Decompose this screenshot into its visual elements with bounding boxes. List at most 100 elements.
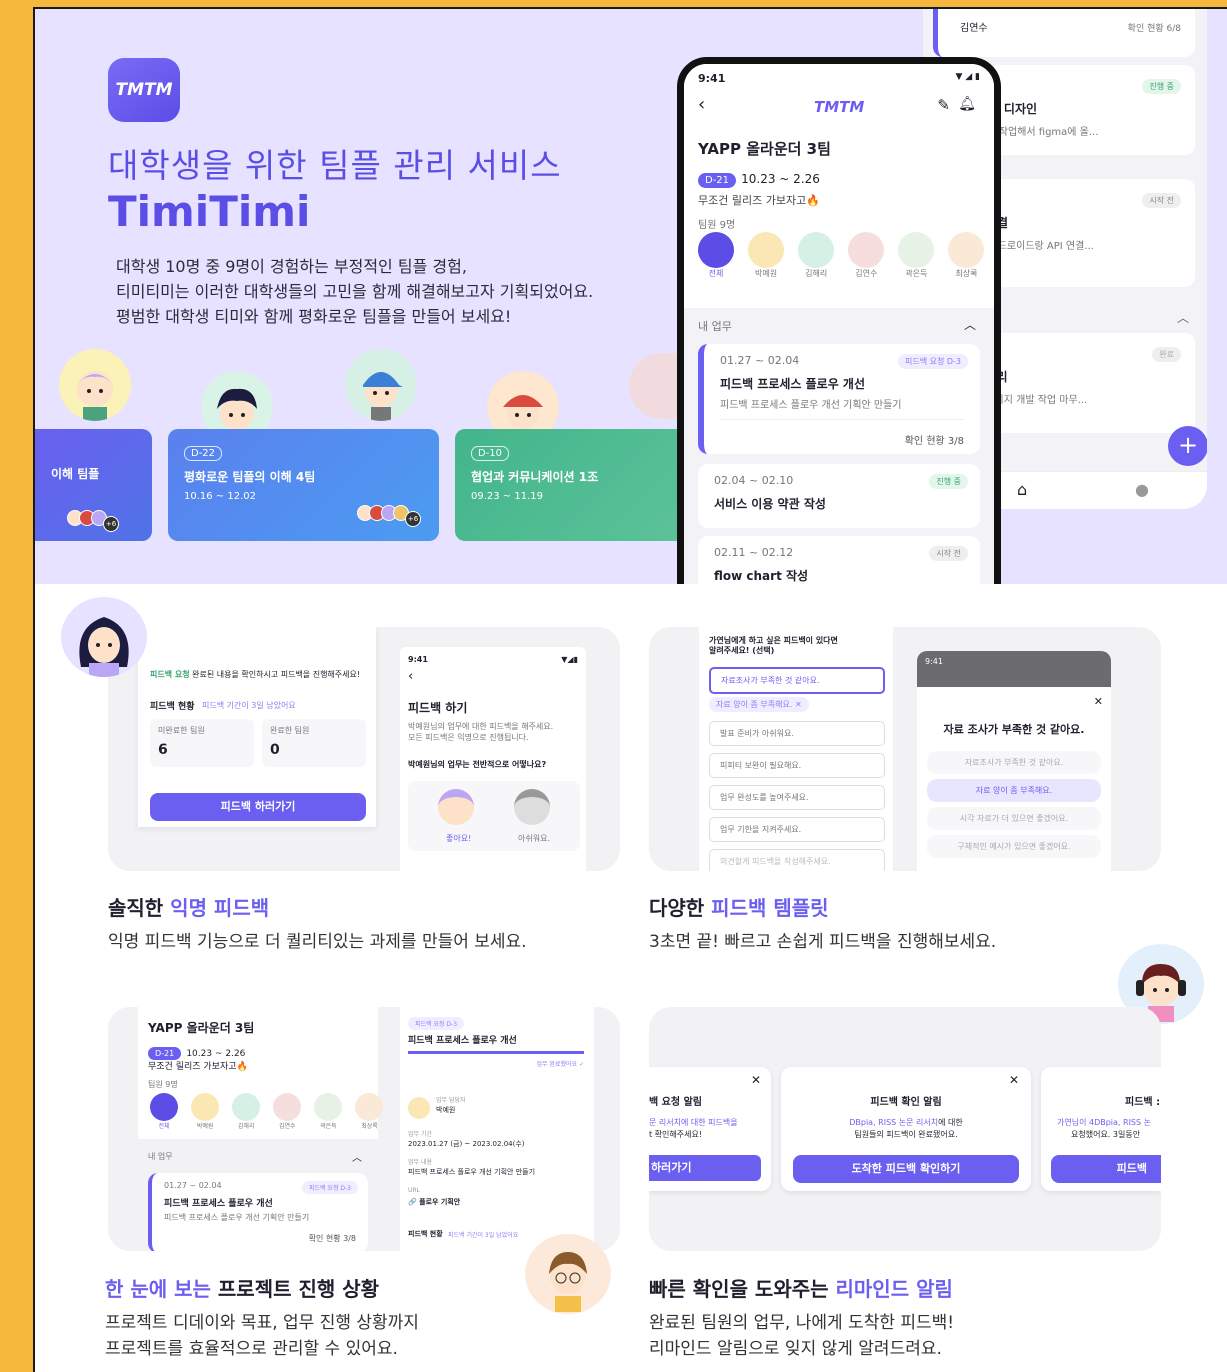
bell-icon[interactable]: 🔔︎ [958,96,976,112]
back-arrow-icon[interactable]: ‹ [408,669,413,684]
member-name: 박예원 [755,269,778,278]
project-title: YAPP 올라운더 3팀 [698,140,831,158]
task-status-pill: 피드백 요청 D-3 [897,354,968,369]
member-avatar[interactable]: 곽은득 [312,1093,344,1130]
status-time: 9:41 [698,72,726,85]
task-card[interactable]: 김연수 확인 현황 6/8 [933,9,1195,57]
chevron-up-icon[interactable]: ︿ [964,316,976,333]
member-avatar-all[interactable]: 전체 [148,1093,180,1130]
template-option[interactable]: 발표 준비가 아쉬워요. [709,721,885,746]
good-character-icon[interactable] [438,789,474,825]
dday-badge: D-10 [471,446,510,461]
feature-template-preview: 가연님에게 하고 싶은 피드백이 있다면 알려주세요! (선택) 자료조사가 부… [649,627,1161,871]
url-link[interactable]: 🔗 플로우 기획안 [408,1197,460,1207]
go-feedback-button[interactable]: 피드백 하러가기 [150,793,366,821]
status-icons: ▼◢▮ [561,655,578,664]
member-avatar-all[interactable]: 전체 [696,232,736,279]
hero-desc-line: 대학생 10명 중 9명이 경험하는 부정적인 팀플 경험, [116,257,467,276]
member-name: 김연수 [279,1123,296,1130]
team-card[interactable]: D-10 협업과 커뮤니케이션 1조 09.23 ~ 11.19 [455,429,685,541]
back-arrow-icon[interactable]: ‹ [698,94,705,115]
feedback-page-title: 피드백 하기 [408,701,468,715]
member-name: 정 [997,268,1001,279]
modal-option[interactable]: 구체적인 예시가 있으면 좋겠어요. [927,835,1101,858]
member-avatar[interactable]: 김해리 [796,232,836,279]
member-avatar[interactable]: 박예원 [189,1093,221,1130]
member-name: 곽은득 [320,1123,337,1130]
team-card-dates: 09.23 ~ 11.19 [471,491,543,502]
character-face-icon [549,1252,587,1312]
feature-1-title: 솔직한 익명 피드백 [108,892,269,921]
member-avatar[interactable]: 김해리 [230,1093,262,1130]
edit-icon[interactable]: ✎ [937,96,950,114]
feature-title-plain: 빠른 확인을 도와주는 [649,1277,836,1301]
member-name: 김연수 [855,269,878,278]
task-card[interactable]: 02.04 ~ 02.10 진행 중 서비스 이용 약관 작성 [698,464,980,528]
template-prompt: 알려주세요! (선택) [709,646,775,655]
task-status-pill: 시작 전 [929,546,968,561]
template-option[interactable]: 업무 완성도를 높여주세요. [709,785,885,810]
reminder-line: 요청했어요. 3일동안 [1071,1130,1141,1139]
reminder-action-button[interactable]: 피드백 [1051,1155,1161,1183]
template-option[interactable]: 의견할게 피드백을 작성해주세요. [709,849,885,871]
reminder-line: t 확인해주세요! [649,1130,703,1139]
task-status-pill: 피드백 요청 D-3 [301,1181,358,1194]
member-avatar[interactable]: 김연수 [846,232,886,279]
task-desc: 피드백 프로세스 플로우 개선 기획안 만들기 [720,396,964,420]
member-avatar[interactable]: 정 [997,232,1001,279]
chevron-up-icon[interactable]: ︿ [1177,309,1189,326]
member-avatar[interactable]: 최상록 [353,1093,385,1130]
status-time: 9:41 [408,655,428,664]
member-name: 최상록 [361,1123,378,1130]
template-option-selected[interactable]: 자료조사가 부족한 것 같아요. [709,667,885,694]
close-icon[interactable]: ✕ [1009,1073,1019,1087]
period-label: 업무 기간 [408,1131,432,1138]
feature-title-accent: 익명 피드백 [170,896,270,920]
close-icon[interactable]: ✕ [751,1073,761,1087]
team-card[interactable]: D-22 평화로운 팀플의 이해 4팀 10.16 ~ 12.02 +6 [168,429,439,541]
check-feedback-button[interactable]: 도착한 피드백 확인하기 [793,1155,1019,1183]
bad-character-icon[interactable] [514,789,550,825]
member-avatar[interactable]: 곽은득 [896,232,936,279]
project-period: D-21 10.23 ~ 2.26 [148,1041,245,1060]
feature-desc-line: 완료된 팀원의 업무, 나에게 도착한 피드백! [649,1313,955,1333]
template-option[interactable]: 업무 기한을 지켜주세요. [709,817,885,842]
feature-reminder-preview: ✕ 백 요청 알림 문 리서치에 대한 피드백을 t 확인해주세요! 하러가기 … [649,1007,1161,1251]
task-done-link[interactable]: 업무 완료했어요 ✓ [537,1059,584,1068]
good-label: 좋아요! [446,834,472,843]
character-face-icon [77,371,113,421]
member-avatar[interactable]: 최상록 [946,232,986,279]
owner-label: 업무 담당자 [436,1097,466,1104]
close-icon[interactable]: ✕ [1094,695,1103,708]
incomplete-value: 6 [158,742,168,758]
team-card[interactable]: 이해 팀플 +6 [35,429,152,541]
modal-option[interactable]: 시각 자료가 더 있으면 좋겠어요. [927,807,1101,830]
task-status-pill: 시작 전 [1142,193,1181,208]
add-task-button[interactable]: + [1168,426,1207,466]
task-status-pill: 피드백 요청 D-3 [408,1017,465,1030]
modal-option-selected[interactable]: 자료 양이 좀 부족해요. [927,779,1101,802]
member-row: 전체 박예원 김해리 김연수 곽은득 최상록 [148,1093,385,1132]
feature-4-desc: 완료된 팀원의 업무, 나에게 도착한 피드백! 리마인드 알림으로 잊지 않게… [649,1310,954,1362]
member-avatar[interactable]: 박예원 [746,232,786,279]
task-card[interactable]: 01.27 ~ 02.04 피드백 요청 D-3 피드백 프로세스 플로우 개선… [698,344,980,454]
member-avatar[interactable]: 김연수 [271,1093,303,1130]
feature-title-accent: 한 눈에 보는 [105,1277,218,1301]
task-card[interactable]: 01.27 ~ 02.04 피드백 요청 D-3 피드백 프로세스 플로우 개선… [148,1173,368,1251]
task-dates: 02.11 ~ 02.12 [714,546,794,559]
character-avatar [61,597,147,677]
selected-chip[interactable]: 자료 양이 좀 부족해요. ✕ [709,697,809,712]
modal-option[interactable]: 자료조사가 부족한 것 같아요. [927,751,1101,774]
feature-title-plain: 프로젝트 진행 상황 [217,1277,380,1301]
chevron-up-icon[interactable]: ︿ [352,1149,362,1164]
profile-icon[interactable]: ● [1135,480,1149,499]
check-status: 확인 현황 6/8 [1127,24,1181,34]
template-option[interactable]: 피피티 보완이 필요해요. [709,753,885,778]
task-card[interactable]: 02.11 ~ 02.12 시작 전 flow chart 작성 [698,536,980,584]
task-status-pill: 진행 중 [1142,79,1181,94]
check-status: 확인 현황 3/8 [904,436,964,447]
home-icon[interactable]: ⌂ [1017,480,1027,499]
task-dates: 02.04 ~ 02.10 [714,474,794,487]
hero-desc-line: 평범한 대학생 티미와 함께 평화로운 팀플을 만들어 보세요! [116,307,512,326]
reminder-action-button[interactable]: 하러가기 [649,1155,761,1181]
